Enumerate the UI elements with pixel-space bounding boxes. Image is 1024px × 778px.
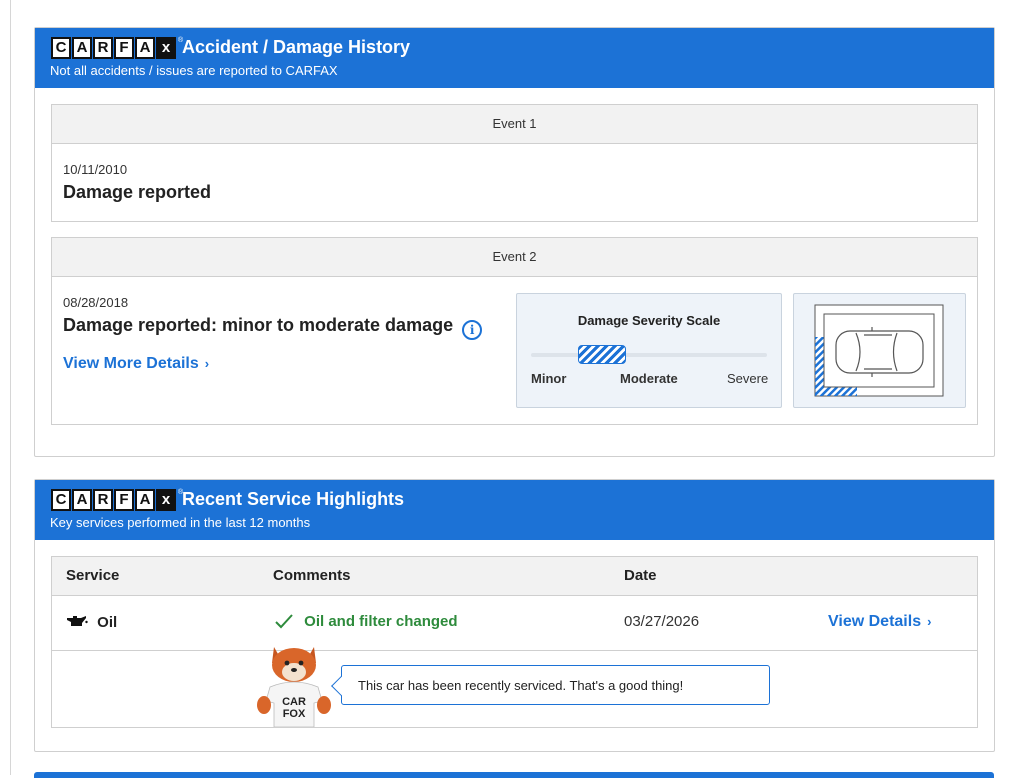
logo-letter: R [93,37,113,59]
logo-letter: C [51,489,71,511]
column-service: Service [66,567,120,584]
service-card-header: C A R F A x ® Recent Service Highlights … [35,480,994,540]
logo-letter: F [114,489,134,511]
mascot-shirt-text-car: CAR [282,696,306,708]
event-1-date: 10/11/2010 [63,162,128,177]
event-2-date: 08/28/2018 [63,295,129,310]
severity-label-minor: Minor [531,371,567,386]
severity-label-moderate: Moderate [620,371,678,386]
accident-card-title: Accident / Damage History [182,37,411,57]
service-name: Oil [97,614,118,631]
carfax-logo: C A R F A x ® [51,489,183,511]
logo-letter: A [135,489,155,511]
logo-letter: C [51,37,71,59]
severity-indicator [578,345,626,364]
service-highlights-card: C A R F A x ® Recent Service Highlights … [34,479,995,752]
service-table-header: Service Comments Date [52,557,977,596]
accident-card-subtitle: Not all accidents / issues are reported … [50,63,338,78]
column-comments: Comments [273,567,351,584]
next-card-header-edge [34,772,994,778]
service-card-subtitle: Key services performed in the last 12 mo… [50,515,311,530]
view-details-link[interactable]: View Details › [828,613,931,631]
logo-letter: F [114,37,134,59]
logo-letter: x [156,489,176,511]
damage-severity-scale: Damage Severity Scale Minor Moderate Sev… [516,293,782,408]
service-cell: Oil [66,613,117,631]
severity-title: Damage Severity Scale [577,313,721,328]
checkmark-icon [275,614,293,629]
severity-label-severe: Severe [727,371,769,386]
logo-letter: x [156,37,176,59]
carfox-mascot: CAR FOX [252,639,336,728]
service-table: Service Comments Date Oil Oil and filter… [51,556,978,728]
view-details-label[interactable]: View Details [828,613,921,630]
chevron-right-icon: › [204,356,210,371]
logo-letter: A [72,37,92,59]
event-2-title: Damage reported: minor to moderate damag… [63,315,454,335]
service-card-title: Recent Service Highlights [182,489,405,509]
event-1-label: Event 1 [52,105,977,144]
event-2-title-row: Damage reported: minor to moderate damag… [63,315,483,340]
page-left-rule [10,0,11,775]
service-speech-bubble: This car has been recently serviced. Tha… [341,665,770,705]
service-comment: Oil and filter changed [304,613,458,630]
view-more-details-label[interactable]: View More Details [63,355,199,372]
event-1-title: Damage reported [63,182,212,202]
comment-cell: Oil and filter changed [274,613,458,630]
accident-damage-card: C A R F A x ® Accident / Damage History … [34,27,995,457]
carfax-logo: C A R F A x ® [51,37,183,59]
car-outline-icon [814,304,944,397]
event-2-label: Event 2 [52,238,977,277]
fox-mascot-image: CAR FOX [257,647,331,728]
logo-letter: A [135,37,155,59]
severity-track [531,345,767,364]
column-date: Date [624,567,657,584]
chevron-right-icon: › [927,614,932,629]
table-row: Oil Oil and filter changed 03/27/2026 Vi… [52,596,977,651]
service-date: 03/27/2026 [624,613,700,630]
logo-letter: A [72,489,92,511]
event-1-panel: Event 1 10/11/2010 Damage reported [51,104,978,222]
view-more-details-link[interactable]: View More Details › [63,355,209,373]
mascot-shirt-text-fox: FOX [283,708,306,720]
event-2-panel: Event 2 08/28/2018 Damage reported: mino… [51,237,978,425]
logo-letter: R [93,489,113,511]
accident-card-header: C A R F A x ® Accident / Damage History … [35,28,994,88]
oil-can-icon [67,616,88,626]
damage-location-diagram [793,293,966,408]
info-icon[interactable]: i [462,320,483,340]
